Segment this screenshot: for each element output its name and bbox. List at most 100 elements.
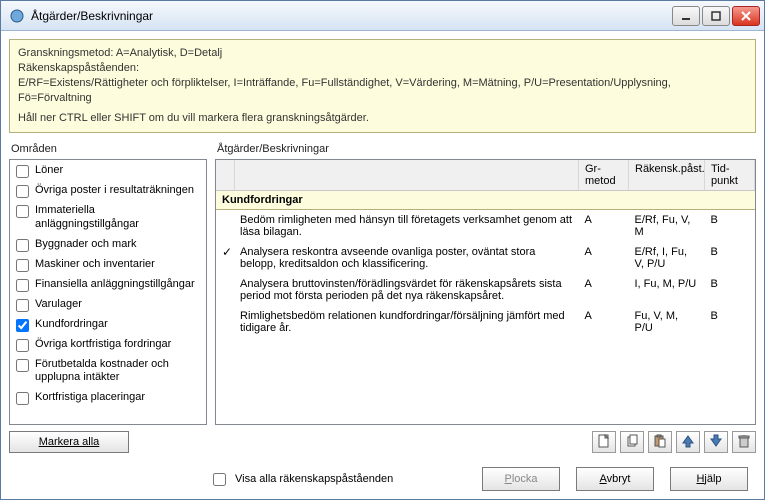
grid-assert: E/Rf, I, Fu, V, P/U xyxy=(629,242,705,274)
area-checkbox[interactable] xyxy=(16,185,29,198)
grid-desc: Analysera reskontra avseende ovanliga po… xyxy=(234,242,579,274)
col-method[interactable]: Gr-metod xyxy=(579,160,629,191)
area-checkbox[interactable] xyxy=(16,359,29,372)
area-item[interactable]: Förutbetalda kostnader och upplupna intä… xyxy=(10,355,206,389)
grid-section-row: Kundfordringar xyxy=(216,191,755,210)
bottom-bar: Visa alla räkenskapspåståenden Plocka Av… xyxy=(9,461,756,491)
area-item[interactable]: Maskiner och inventarier xyxy=(10,255,206,275)
actions-title: Åtgärder/Beskrivningar xyxy=(215,141,756,159)
area-item[interactable]: Kundfordringar xyxy=(10,315,206,335)
new-button[interactable] xyxy=(592,431,616,453)
area-item[interactable]: Kortfristiga placeringar xyxy=(10,388,206,408)
checkmark-icon: ✓ xyxy=(222,245,232,259)
new-icon xyxy=(597,434,611,451)
area-item[interactable]: Övriga poster i resultaträkningen xyxy=(10,181,206,201)
actions-toolbar xyxy=(215,425,756,453)
grid-method: A xyxy=(579,242,629,274)
area-label: Kundfordringar xyxy=(35,318,200,332)
grid-time: B xyxy=(705,274,755,306)
grid-assert: Fu, V, M, P/U xyxy=(629,306,705,338)
show-all-checkbox-input[interactable] xyxy=(213,473,226,486)
copy-button[interactable] xyxy=(620,431,644,453)
actions-grid: Gr-metod Räkensk.påst. Tid-punkt Kundfor… xyxy=(216,160,755,338)
paste-button[interactable] xyxy=(648,431,672,453)
grid-check-cell xyxy=(216,210,234,243)
client-area: Granskningsmetod: A=Analytisk, D=Detalj … xyxy=(1,31,764,499)
area-checkbox[interactable] xyxy=(16,339,29,352)
grid-row[interactable]: ✓Analysera reskontra avseende ovanliga p… xyxy=(216,242,755,274)
col-assert[interactable]: Räkensk.påst. xyxy=(629,160,705,191)
app-icon xyxy=(9,8,25,24)
area-item[interactable]: Löner xyxy=(10,161,206,181)
area-item[interactable]: Varulager xyxy=(10,295,206,315)
area-label: Immateriella anläggningstillgångar xyxy=(35,204,200,232)
areas-title: Områden xyxy=(9,141,207,159)
mark-all-button[interactable]: Markera alla xyxy=(9,431,129,453)
grid-time: B xyxy=(705,210,755,243)
dialog-window: Åtgärder/Beskrivningar Granskningsmetod:… xyxy=(0,0,765,500)
help-button[interactable]: Hjälp xyxy=(670,467,748,491)
grid-check-cell: ✓ xyxy=(216,242,234,274)
grid-header-row: Gr-metod Räkensk.påst. Tid-punkt xyxy=(216,160,755,191)
grid-check-cell xyxy=(216,274,234,306)
grid-row[interactable]: Bedöm rimligheten med hänsyn till företa… xyxy=(216,210,755,243)
col-desc[interactable] xyxy=(234,160,579,191)
pick-button[interactable]: Plocka xyxy=(482,467,560,491)
arrow-up-icon xyxy=(681,434,695,451)
area-label: Byggnader och mark xyxy=(35,238,200,252)
move-up-button[interactable] xyxy=(676,431,700,453)
minimize-button[interactable] xyxy=(672,6,700,26)
area-item[interactable]: Övriga kortfristiga fordringar xyxy=(10,335,206,355)
info-line: Räkenskapspåståenden: xyxy=(18,61,747,76)
area-checkbox[interactable] xyxy=(16,392,29,405)
maximize-button[interactable] xyxy=(702,6,730,26)
area-item[interactable]: Finansiella anläggningstillgångar xyxy=(10,275,206,295)
area-checkbox[interactable] xyxy=(16,319,29,332)
area-checkbox[interactable] xyxy=(16,259,29,272)
info-line: Granskningsmetod: A=Analytisk, D=Detalj xyxy=(18,46,747,61)
grid-desc: Analysera bruttovinsten/förädlingsvärdet… xyxy=(234,274,579,306)
show-all-label: Visa alla räkenskapspåståenden xyxy=(235,473,393,485)
area-checkbox[interactable] xyxy=(16,239,29,252)
grid-assert: E/Rf, Fu, V, M xyxy=(629,210,705,243)
grid-row[interactable]: Rimlighetsbedöm relationen kundfordringa… xyxy=(216,306,755,338)
info-line: Håll ner CTRL eller SHIFT om du vill mar… xyxy=(18,111,747,126)
cancel-button[interactable]: Avbryt xyxy=(576,467,654,491)
area-label: Finansiella anläggningstillgångar xyxy=(35,278,200,292)
area-label: Löner xyxy=(35,164,200,178)
grid-row[interactable]: Analysera bruttovinsten/förädlingsvärdet… xyxy=(216,274,755,306)
area-item[interactable]: Immateriella anläggningstillgångar xyxy=(10,201,206,235)
areas-panel: Områden Löner Övriga poster i resultaträk… xyxy=(9,141,207,453)
actions-panel: Åtgärder/Beskrivningar xyxy=(215,141,756,453)
main-columns: Områden Löner Övriga poster i resultaträk… xyxy=(9,141,756,453)
delete-button[interactable] xyxy=(732,431,756,453)
window-buttons xyxy=(670,6,760,26)
grid-time: B xyxy=(705,306,755,338)
col-time[interactable]: Tid-punkt xyxy=(705,160,755,191)
actions-grid-wrap[interactable]: Gr-metod Räkensk.påst. Tid-punkt Kundfor… xyxy=(215,159,756,425)
grid-check-cell xyxy=(216,306,234,338)
area-checkbox[interactable] xyxy=(16,279,29,292)
area-label: Kortfristiga placeringar xyxy=(35,391,200,405)
move-down-button[interactable] xyxy=(704,431,728,453)
grid-method: A xyxy=(579,274,629,306)
col-check[interactable] xyxy=(216,160,234,191)
paste-icon xyxy=(653,434,667,451)
trash-icon xyxy=(737,434,751,451)
grid-time: B xyxy=(705,242,755,274)
pick-button-label: Plocka xyxy=(504,473,537,485)
area-item[interactable]: Byggnader och mark xyxy=(10,235,206,255)
show-all-checkbox[interactable]: Visa alla räkenskapspåståenden xyxy=(209,470,466,489)
area-label: Förutbetalda kostnader och upplupna intä… xyxy=(35,358,200,386)
titlebar: Åtgärder/Beskrivningar xyxy=(1,1,764,31)
grid-desc: Rimlighetsbedöm relationen kundfordringa… xyxy=(234,306,579,338)
areas-list[interactable]: Löner Övriga poster i resultaträkningen Im… xyxy=(9,159,207,425)
close-button[interactable] xyxy=(732,6,760,26)
copy-icon xyxy=(625,434,639,451)
area-checkbox[interactable] xyxy=(16,299,29,312)
area-checkbox[interactable] xyxy=(16,165,29,178)
grid-method: A xyxy=(579,306,629,338)
area-checkbox[interactable] xyxy=(16,205,29,218)
area-label: Maskiner och inventarier xyxy=(35,258,200,272)
grid-desc: Bedöm rimligheten med hänsyn till företa… xyxy=(234,210,579,243)
